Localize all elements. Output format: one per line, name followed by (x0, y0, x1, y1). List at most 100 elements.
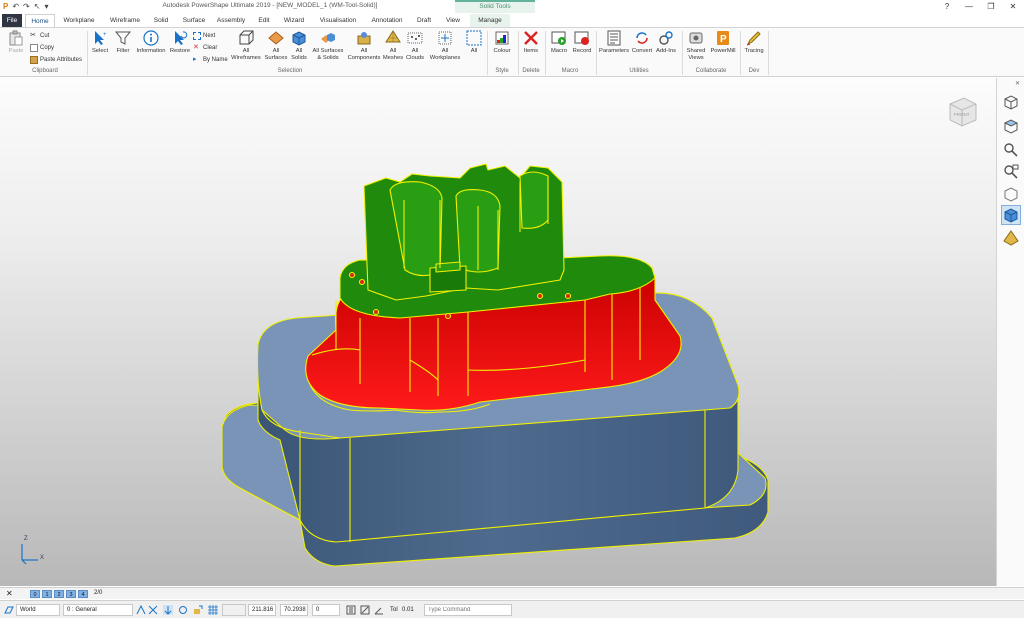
tab-wireframe[interactable]: Wireframe (106, 14, 144, 27)
level-button-2[interactable]: 2 (54, 590, 64, 598)
tab-file[interactable]: File (2, 14, 22, 27)
level-button-1[interactable]: 1 (42, 590, 52, 598)
select-by-name-button[interactable]: ▸ By Name (193, 55, 228, 65)
colour-button[interactable]: Colour (490, 30, 514, 55)
level-select[interactable]: 0 : General (63, 604, 133, 616)
tab-wizard[interactable]: Wizard (282, 14, 306, 27)
model-view[interactable] (0, 78, 996, 586)
select-all-meshes-button[interactable]: All Meshes (382, 30, 404, 61)
select-all-workplanes-button[interactable]: All Workplanes (427, 30, 463, 61)
axis-z-label: Z (24, 536, 28, 542)
svg-text:P: P (720, 34, 727, 45)
level-button-0[interactable]: 0 (30, 590, 40, 598)
restore-icon[interactable]: ❐ (980, 0, 1002, 13)
group-separator (768, 31, 769, 75)
polar-coordinates-icon[interactable] (374, 605, 384, 615)
help-icon[interactable]: ? (936, 0, 958, 13)
command-input[interactable] (424, 604, 512, 616)
parameters-button[interactable]: Parameters (599, 30, 629, 55)
add-ins-button[interactable]: Add-Ins (654, 30, 678, 55)
minimize-icon[interactable]: — (958, 0, 980, 13)
shaded-view-button[interactable] (1001, 205, 1021, 225)
select-all-wireframes-button[interactable]: All Wireframes (230, 30, 262, 61)
material-shading-button[interactable] (1001, 228, 1021, 248)
relative-coordinates-icon[interactable] (360, 605, 370, 615)
z-coordinate-field[interactable]: 0 (312, 604, 340, 616)
macro-button[interactable]: Macro (548, 30, 570, 55)
solid-cube-icon (292, 31, 306, 46)
absolute-coordinates-icon[interactable] (346, 605, 356, 615)
y-coordinate-field[interactable]: 70.2938 (280, 604, 308, 616)
record-macro-button[interactable]: Record (571, 30, 593, 55)
tolerance-value[interactable]: 0.01 (402, 604, 414, 616)
filter-button[interactable]: Filter (114, 30, 132, 55)
next-selection-button[interactable]: Next (193, 31, 215, 41)
close-icon[interactable]: ✕ (1002, 0, 1024, 13)
level-button-4[interactable]: 4 (78, 590, 88, 598)
select-all-surfaces-button[interactable]: All Surfaces (264, 30, 288, 61)
colour-palette-icon (495, 31, 509, 45)
paste-attributes-button[interactable]: Paste Attributes (30, 55, 82, 65)
powermill-button[interactable]: P PowerMill (708, 30, 738, 55)
axis-triad: Z X (12, 536, 52, 566)
select-all-components-button[interactable]: All Components (346, 30, 382, 61)
style-group-label: Style (495, 68, 509, 74)
material-pyramid-icon (1003, 230, 1019, 246)
tab-home[interactable]: Home (25, 14, 55, 27)
tab-solid[interactable]: Solid (150, 14, 172, 27)
tab-assembly[interactable]: Assembly (215, 14, 247, 27)
select-arrow-icon: + (95, 31, 107, 45)
snap-icon[interactable] (136, 605, 146, 615)
clear-selection-button[interactable]: ✕ Clear (193, 43, 217, 53)
group-separator (518, 31, 519, 75)
view-cube[interactable]: FRONT (944, 94, 980, 130)
cut-button[interactable]: ✂ Cut (30, 31, 49, 41)
select-all-surfaces-solids-button[interactable]: All Surfaces & Solids (311, 30, 345, 61)
tab-workplane[interactable]: Workplane (60, 14, 98, 27)
workplane-align-icon[interactable] (193, 605, 203, 615)
information-button[interactable]: Information (135, 30, 167, 55)
view-isometric-button[interactable] (1001, 92, 1021, 112)
delete-x-icon (524, 31, 538, 45)
tab-view[interactable]: View (443, 14, 463, 27)
tab-edit[interactable]: Edit (255, 14, 273, 27)
object-snap-icon[interactable] (178, 605, 188, 615)
tab-manage[interactable]: Manage (470, 14, 510, 27)
select-button[interactable]: + Select (90, 30, 110, 55)
tab-surface[interactable]: Surface (180, 14, 208, 27)
levels-close-icon[interactable]: ✕ (6, 588, 13, 599)
panel-close-icon[interactable]: ✕ (1015, 80, 1020, 87)
select-all-button[interactable]: All (465, 30, 483, 55)
group-separator (545, 31, 546, 75)
add-ins-gear-icon (659, 31, 673, 45)
group-separator (596, 31, 597, 75)
group-separator (740, 31, 741, 75)
tab-annotation[interactable]: Annotation (368, 14, 406, 27)
grid-snap-icon[interactable] (148, 605, 158, 615)
delete-items-button[interactable]: Items (520, 30, 542, 55)
delete-group-label: Delete (522, 68, 540, 74)
tab-draft[interactable]: Draft (414, 14, 434, 27)
restore-button[interactable]: Restore (170, 30, 190, 55)
select-all-solids-button[interactable]: All Solids (289, 30, 309, 61)
level-button-3[interactable]: 3 (66, 590, 76, 598)
shared-views-icon (689, 32, 703, 44)
tab-visualisation[interactable]: Visualisation (316, 14, 360, 27)
zoom-window-button[interactable] (1001, 162, 1021, 182)
tracing-button[interactable]: Tracing (742, 30, 766, 55)
grid-icon[interactable] (208, 605, 218, 615)
view-top-button[interactable] (1001, 116, 1021, 136)
workplane-select[interactable]: World (16, 604, 60, 616)
convert-button[interactable]: Convert (631, 30, 653, 55)
shared-views-button[interactable]: Shared Views (684, 30, 708, 61)
axis-triad-icon (21, 544, 38, 565)
graphics-viewport[interactable]: FRONT Z X (0, 78, 996, 586)
cursor-snap-icon[interactable] (163, 605, 173, 615)
copy-button[interactable]: Copy (30, 43, 54, 53)
wireframe-shading-button[interactable] (1001, 184, 1021, 204)
paste-button[interactable]: Paste (6, 30, 26, 55)
next-selection-icon (193, 32, 201, 40)
x-coordinate-field[interactable]: 211.816 (248, 604, 276, 616)
select-all-clouds-button[interactable]: All Clouds (404, 30, 426, 61)
zoom-button[interactable] (1001, 140, 1021, 160)
